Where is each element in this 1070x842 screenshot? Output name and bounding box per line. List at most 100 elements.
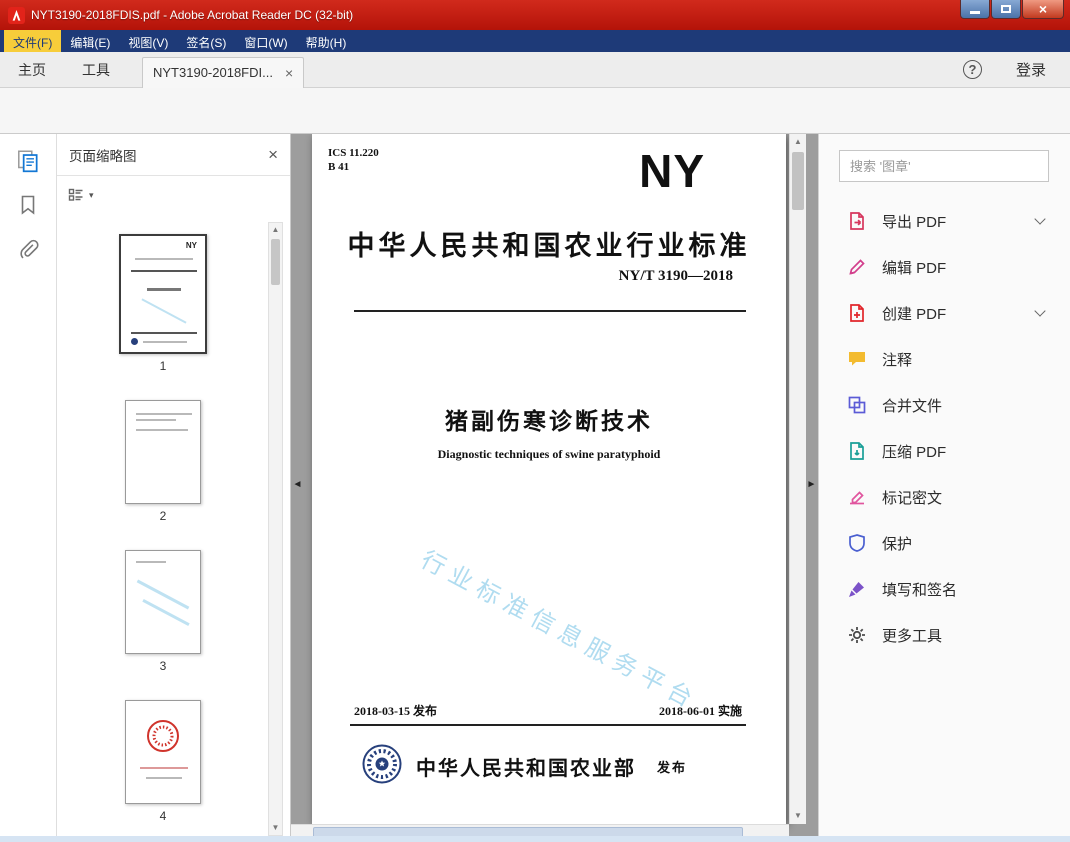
scrollbar-thumb[interactable] (271, 239, 280, 285)
preview-line (136, 413, 192, 415)
help-icon[interactable]: ? (962, 60, 982, 79)
tool-create-pdf[interactable]: 创建 PDF (819, 290, 1070, 336)
document-area: ICS 11.220 B 41 NY 中华人民共和国农业行业标准 NY/T 31… (291, 134, 818, 842)
tool-comment[interactable]: 注释 (819, 336, 1070, 382)
tool-export-pdf[interactable]: 导出 PDF (819, 198, 1070, 244)
horizontal-rule (350, 724, 746, 726)
tool-more-tools[interactable]: 更多工具 (819, 612, 1070, 658)
close-button[interactable]: × (1022, 0, 1064, 19)
horizontal-rule (354, 310, 746, 312)
standard-name: 中华人民共和国农业行业标准 (347, 231, 751, 261)
thumbnail-preview (125, 550, 201, 654)
tab-document[interactable]: NYT3190-2018FDI... × (142, 56, 305, 88)
ny-logo: NY (639, 145, 705, 197)
preview-line (131, 332, 197, 334)
minimize-icon (970, 11, 980, 14)
paperclip-icon (20, 239, 39, 259)
scroll-down-icon[interactable]: ▼ (790, 808, 806, 824)
tab-tools[interactable]: 工具 (64, 60, 128, 80)
window-bottom-frame (0, 836, 1070, 842)
tab-bar: 主页 工具 NYT3190-2018FDI... × ? 登录 (0, 52, 1070, 88)
tool-label: 标记密文 (882, 489, 943, 507)
thumbnail-page-2[interactable]: 2 (119, 400, 207, 523)
scroll-up-icon[interactable]: ▲ (269, 223, 282, 237)
close-icon: × (1038, 1, 1048, 17)
scroll-up-icon[interactable]: ▲ (790, 134, 806, 150)
thumbnail-page-1[interactable]: NY 1 (113, 234, 213, 373)
create-pdf-icon (845, 301, 869, 325)
tools-search-input[interactable] (839, 150, 1049, 182)
tool-label: 注释 (882, 351, 913, 369)
tool-label: 编辑 PDF (882, 259, 947, 277)
preview-line (147, 288, 181, 291)
document-title: 猪副伤寒诊断技术 (445, 409, 653, 434)
thumbnail-preview (125, 400, 201, 504)
chevron-down-icon[interactable] (1034, 213, 1046, 225)
chevron-down-icon[interactable] (1034, 305, 1046, 317)
menu-edit[interactable]: 编辑(E) (61, 30, 119, 52)
preview-watermark (141, 298, 187, 324)
minimize-button[interactable] (960, 0, 990, 19)
document-tab-label: NYT3190-2018FDI... (153, 65, 273, 80)
document-vertical-scrollbar[interactable]: ▲ ▼ (789, 134, 806, 824)
bookmark-icon (21, 195, 35, 215)
toolbar: ☆ ✉ ↑ ↓ / 13 − + 52.5% ▾ ▾ (0, 88, 1070, 212)
implementation-date: 2018-06-01 实施 (659, 704, 742, 718)
window-title: NYT3190-2018FDIS.pdf - Adobe Acrobat Rea… (31, 8, 354, 22)
preview-line (136, 419, 176, 421)
menu-file[interactable]: 文件(F) (4, 30, 62, 52)
pdf-page: ICS 11.220 B 41 NY 中华人民共和国农业行业标准 NY/T 31… (312, 134, 786, 824)
document-tab-close-icon[interactable]: × (285, 65, 293, 81)
menu-window[interactable]: 窗口(W) (235, 30, 296, 52)
thumbnail-options-icon[interactable] (67, 186, 85, 204)
tool-fill-sign[interactable]: 填写和签名 (819, 566, 1070, 612)
bookmarks-panel-button[interactable] (11, 188, 45, 222)
preview-line (135, 258, 193, 260)
thumbnail-preview (125, 700, 201, 804)
tool-combine-files[interactable]: 合并文件 (819, 382, 1070, 428)
combine-files-icon (845, 393, 869, 417)
collapse-left-panel-icon[interactable]: ◄ (291, 470, 304, 498)
maximize-button[interactable] (991, 0, 1021, 19)
thumbnail-page-4[interactable]: 4 (119, 700, 207, 823)
issuer-action: 发布 (657, 760, 688, 775)
thumbnail-page-number: 2 (159, 509, 167, 523)
scrollbar-thumb[interactable] (792, 152, 804, 210)
main-area: 页面缩略图 × ▾ NY 1 2 3 4 ▲ ▼ ICS 11.220 B 41… (0, 134, 1070, 842)
ics-number: ICS 11.220 (328, 147, 379, 159)
attachments-panel-button[interactable] (11, 232, 45, 266)
thumbnail-page-number: 1 (159, 359, 167, 373)
thumbnails-scrollbar[interactable]: ▲ ▼ (268, 222, 283, 836)
thumbnails-options-row: ▾ (57, 176, 290, 214)
page-thumbnails-panel-button[interactable] (11, 144, 45, 178)
menu-help[interactable]: 帮助(H) (297, 30, 356, 52)
ics-block: ICS 11.220 B 41 (328, 146, 379, 174)
tool-compress-pdf[interactable]: 压缩 PDF (819, 428, 1070, 474)
thumbnail-page-3[interactable]: 3 (119, 550, 207, 673)
scroll-down-icon[interactable]: ▼ (269, 821, 282, 835)
menu-view[interactable]: 视图(V) (119, 30, 177, 52)
tool-label: 合并文件 (882, 397, 943, 415)
tool-label: 保护 (882, 535, 913, 553)
tool-label: 压缩 PDF (882, 443, 947, 461)
sign-in-button[interactable]: 登录 (1016, 59, 1046, 80)
preview-line (131, 270, 197, 272)
watermark: 行业标准信息服务平台 (416, 547, 703, 716)
maximize-icon (1001, 5, 1011, 13)
tool-label: 更多工具 (882, 627, 943, 645)
comment-icon (845, 347, 869, 371)
tool-protect[interactable]: 保护 (819, 520, 1070, 566)
preview-watermark (136, 579, 190, 610)
title-bar[interactable]: NYT3190-2018FDIS.pdf - Adobe Acrobat Rea… (0, 0, 1070, 30)
options-caret-icon[interactable]: ▾ (89, 190, 94, 201)
export-pdf-icon (845, 209, 869, 233)
tab-home[interactable]: 主页 (0, 60, 64, 80)
panel-close-icon[interactable]: × (268, 145, 278, 165)
navigation-rail (0, 134, 57, 842)
preview-line (140, 767, 188, 769)
pages-icon (18, 150, 38, 173)
expand-right-panel-icon[interactable]: ► (805, 470, 818, 498)
tool-edit-pdf[interactable]: 编辑 PDF (819, 244, 1070, 290)
tool-redact[interactable]: 标记密文 (819, 474, 1070, 520)
menu-sign[interactable]: 签名(S) (177, 30, 235, 52)
